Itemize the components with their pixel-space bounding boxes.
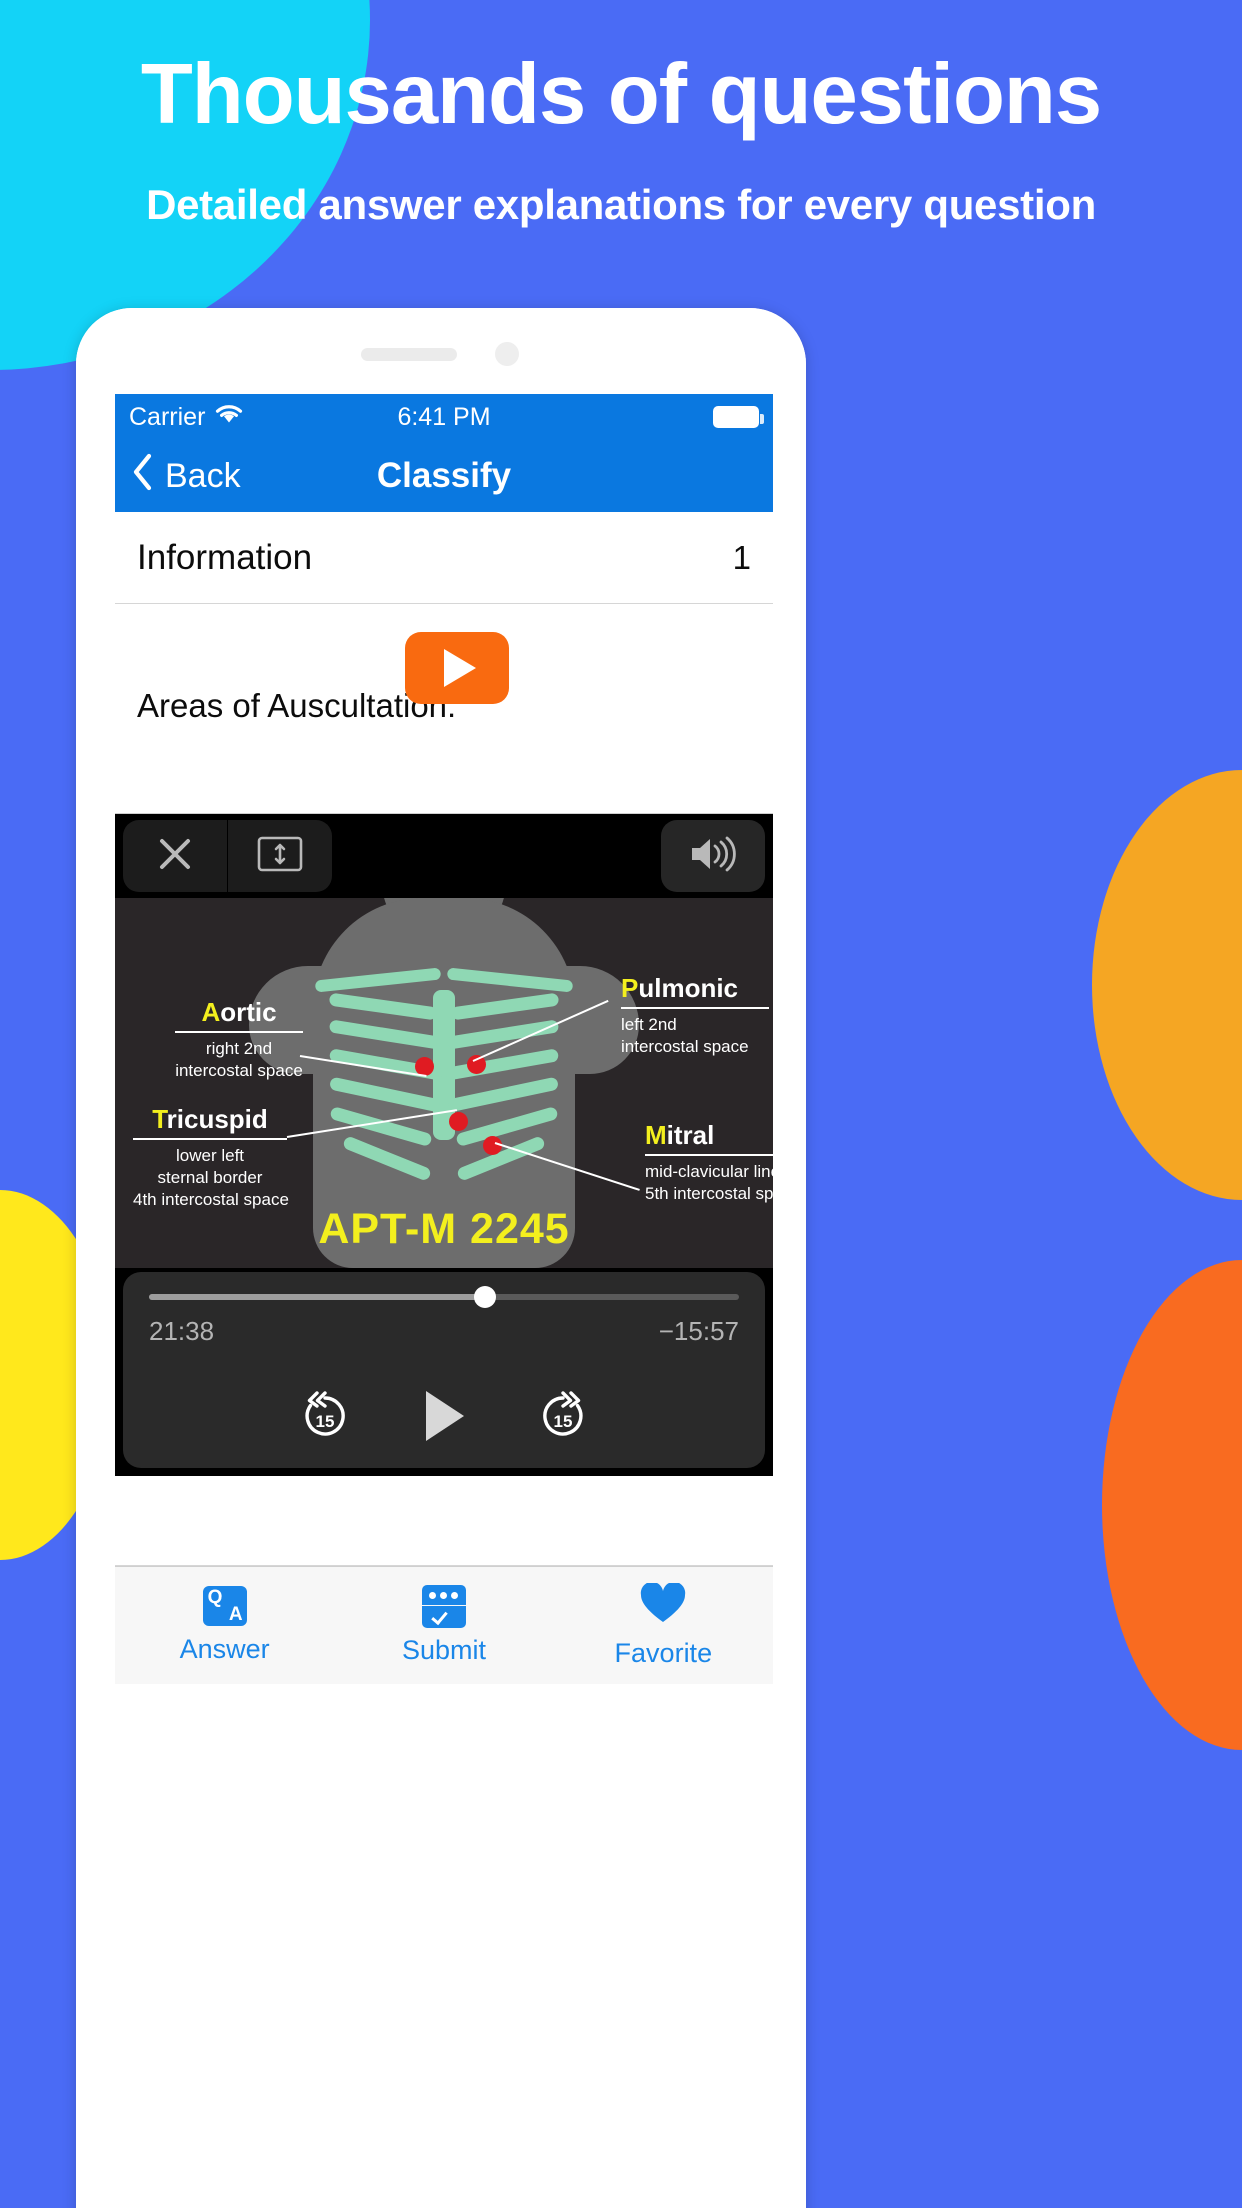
information-row[interactable]: Information 1 (115, 512, 773, 604)
fit-to-height-icon (257, 836, 303, 877)
video-top-controls (115, 814, 773, 898)
svg-text:15: 15 (554, 1412, 573, 1431)
submit-icon-bottom (421, 1606, 466, 1628)
rib (446, 1076, 560, 1113)
tab-answer[interactable]: Q A Answer (115, 1567, 334, 1684)
label-aortic-sub2: intercostal space (175, 1061, 303, 1081)
tab-answer-label: Answer (179, 1634, 270, 1664)
rib (328, 1076, 442, 1113)
volume-button[interactable] (661, 820, 765, 892)
clavicle-left (314, 967, 442, 993)
progress-fill (149, 1294, 486, 1300)
progress-knob[interactable] (474, 1286, 497, 1308)
close-x-icon (155, 834, 195, 879)
question-content-block: Areas of Auscultation: (115, 604, 773, 814)
clavicle-right (446, 967, 574, 993)
rib (450, 992, 560, 1021)
label-rule (621, 1007, 769, 1009)
label-mitral-sub2: 5th intercostal space (645, 1184, 773, 1204)
ribcage-graphic (314, 967, 574, 1202)
video-player: Aortic right 2nd intercostal space Pulmo… (115, 814, 773, 1476)
label-tricuspid: Tricuspid lower left sternal border 4th … (133, 1104, 289, 1211)
fit-to-height-button[interactable] (228, 820, 332, 892)
speaker-volume-icon (686, 834, 740, 879)
label-pulmonic: Pulmonic left 2nd intercostal space (621, 973, 769, 1058)
label-mitral: Mitral mid-clavicular line 5th intercost… (645, 1120, 773, 1205)
remaining-time: −15:57 (658, 1316, 739, 1346)
svg-text:15: 15 (316, 1412, 335, 1431)
heart-icon (639, 1581, 687, 1630)
rib (444, 1048, 560, 1081)
label-pulmonic-title: Pulmonic (621, 973, 739, 1003)
promo-headline: Thousands of questions (140, 47, 1102, 142)
information-label: Information (137, 537, 313, 577)
transport-controls: 15 15 (123, 1387, 765, 1450)
decorative-orange-shape-2 (1102, 1260, 1242, 1750)
check-icon (431, 1607, 448, 1626)
tab-submit[interactable]: Submit (334, 1567, 553, 1684)
rib (328, 1019, 442, 1050)
qa-icon-a: A (228, 1604, 243, 1625)
content-spacer (115, 1476, 773, 1566)
tab-bar: Q A Answer Submit Favorite (115, 1566, 773, 1684)
label-tricuspid-title: Tricuspid (152, 1104, 268, 1134)
status-bar: Carrier 6:41 PM (115, 394, 773, 440)
video-play-button[interactable] (405, 632, 509, 704)
front-camera-icon (495, 342, 519, 366)
decorative-orange-shape (1092, 770, 1242, 1200)
promo-header: Thousands of questions Detailed answer e… (0, 50, 1242, 229)
battery-full-icon (713, 406, 764, 428)
tab-favorite[interactable]: Favorite (554, 1567, 773, 1684)
submit-dot (440, 1591, 448, 1599)
submit-dot (451, 1591, 459, 1599)
qa-icon-q: Q (207, 1587, 223, 1608)
auscultation-diagram: Aortic right 2nd intercostal space Pulmo… (115, 898, 773, 1268)
phone-screen: Carrier 6:41 PM Back Classify Informatio… (115, 394, 773, 2208)
time-labels: 21:38 −15:57 (149, 1316, 739, 1347)
earpiece-speaker (361, 348, 457, 361)
play-button[interactable] (418, 1387, 470, 1450)
rewind-15-button[interactable]: 15 (298, 1389, 352, 1448)
phone-mockup: Carrier 6:41 PM Back Classify Informatio… (76, 308, 806, 2208)
play-triangle-icon (444, 649, 476, 687)
information-count: 1 (732, 538, 751, 576)
submit-dot (429, 1591, 437, 1599)
status-right-group (713, 406, 764, 428)
video-watermark: APT-M 2245 (318, 1205, 570, 1253)
video-bottom-controls: 21:38 −15:57 15 15 (115, 1268, 773, 1476)
label-mitral-sub1: mid-clavicular line (645, 1162, 773, 1181)
video-left-controls (123, 820, 332, 892)
label-rule (645, 1154, 773, 1156)
close-button[interactable] (123, 820, 227, 892)
tab-submit-label: Submit (401, 1635, 487, 1665)
label-aortic: Aortic right 2nd intercostal space (175, 997, 303, 1082)
phone-bezel-top (76, 308, 806, 394)
label-mitral-title: Mitral (645, 1120, 715, 1150)
submit-icon (421, 1585, 466, 1628)
label-tricuspid-sub1: lower left (175, 1146, 245, 1165)
label-rule (133, 1138, 287, 1140)
progress-track[interactable] (149, 1286, 739, 1308)
navigation-bar: Back Classify (115, 440, 773, 512)
label-pulmonic-sub1: left 2nd (621, 1015, 677, 1034)
label-aortic-sub1: right 2nd (205, 1039, 273, 1058)
scrubber-panel: 21:38 −15:57 15 15 (123, 1272, 765, 1468)
label-tricuspid-sub2: sternal border (157, 1168, 263, 1188)
forward-15-button[interactable]: 15 (536, 1389, 590, 1448)
status-time: 6:41 PM (397, 402, 491, 431)
page-title: Classify (376, 456, 512, 495)
qa-icon: Q A (202, 1586, 247, 1626)
label-pulmonic-sub2: intercostal space (621, 1037, 749, 1057)
promo-subheadline: Detailed answer explanations for every q… (146, 181, 1096, 229)
rib (328, 992, 438, 1021)
auscultation-point-tricuspid (449, 1112, 468, 1131)
elapsed-time: 21:38 (149, 1316, 215, 1346)
label-rule (175, 1031, 303, 1033)
tab-favorite-label: Favorite (614, 1637, 713, 1668)
submit-icon-top (421, 1585, 466, 1605)
label-aortic-title: Aortic (201, 997, 277, 1027)
